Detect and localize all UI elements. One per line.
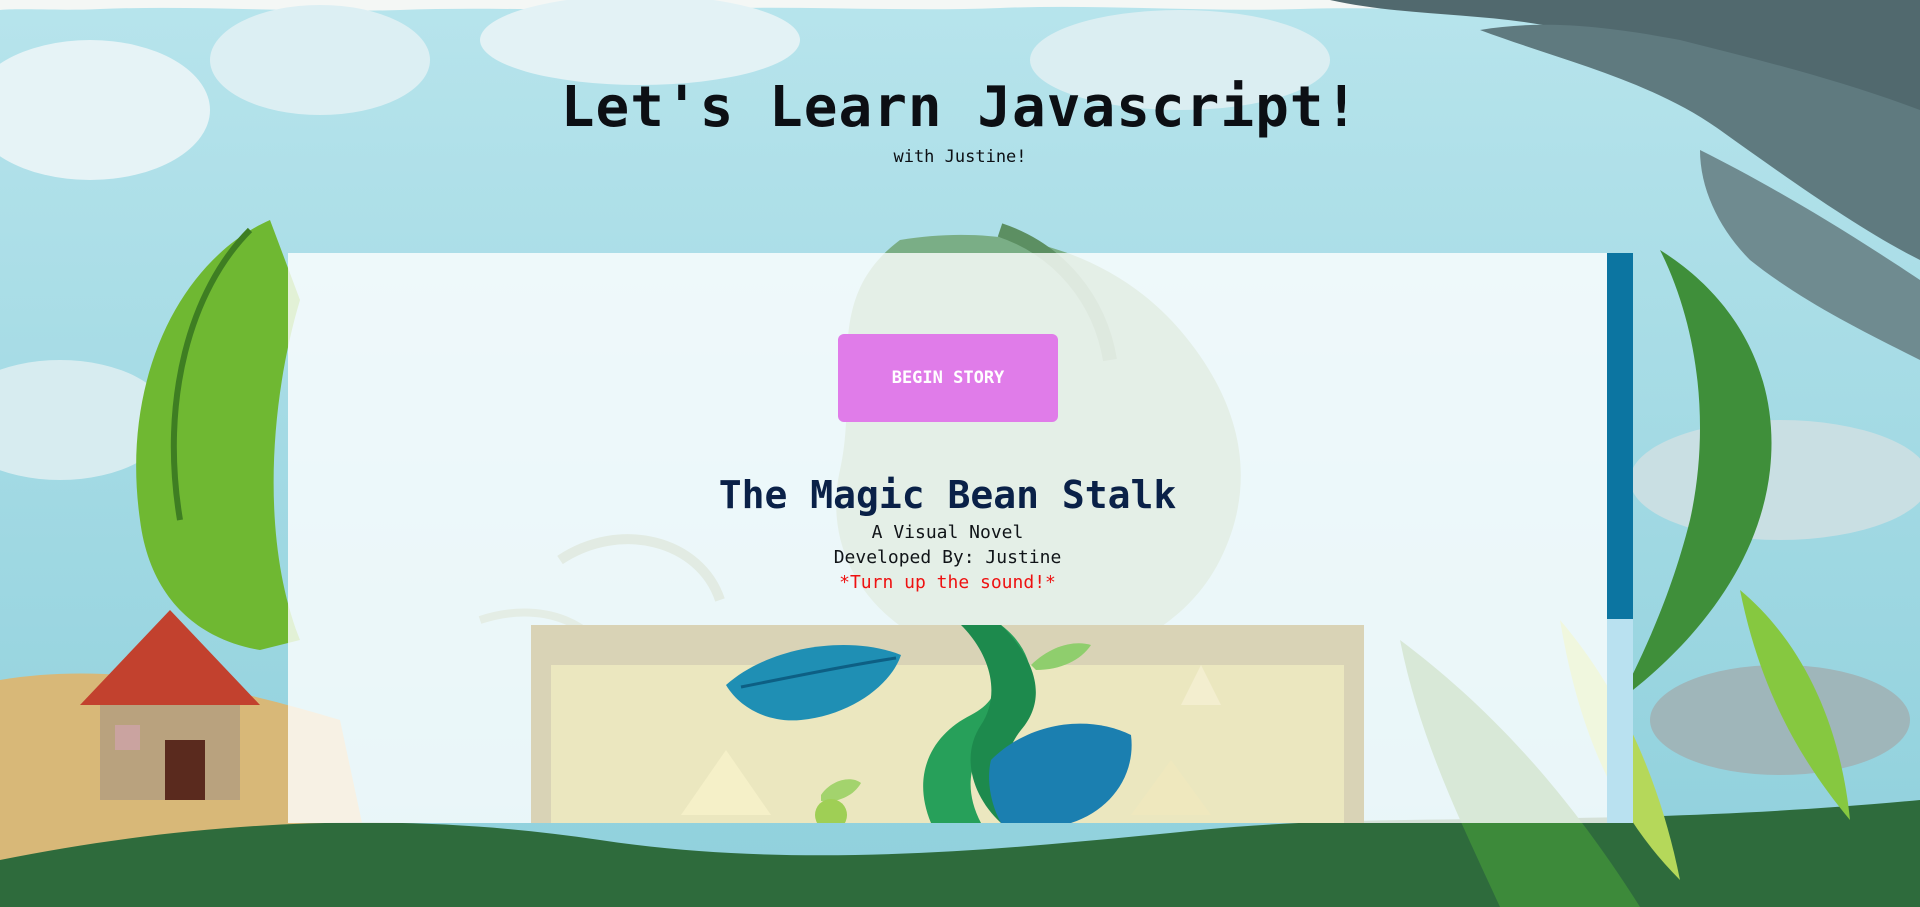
sound-warning: *Turn up the sound!* (839, 572, 1056, 593)
page: Let's Learn Javascript! with Justine! BE… (0, 0, 1920, 907)
story-title: The Magic Bean Stalk (718, 473, 1177, 517)
begin-story-button[interactable]: BEGIN STORY (838, 334, 1058, 422)
story-subtitle: A Visual Novel (871, 522, 1024, 543)
story-info: The Magic Bean Stalk A Visual Novel Deve… (288, 470, 1607, 595)
site-title: Let's Learn Javascript! (560, 75, 1360, 140)
site-subtitle: with Justine! (893, 147, 1027, 167)
site-header: Let's Learn Javascript! with Justine! (0, 70, 1920, 168)
scrollbar-thumb[interactable] (1607, 253, 1633, 619)
story-developer: Developed By: Justine (833, 547, 1062, 568)
story-cover-image (531, 625, 1364, 823)
panel-scrollbar[interactable] (1607, 253, 1633, 823)
story-panel[interactable]: BEGIN STORY The Magic Bean Stalk A Visua… (288, 253, 1607, 823)
